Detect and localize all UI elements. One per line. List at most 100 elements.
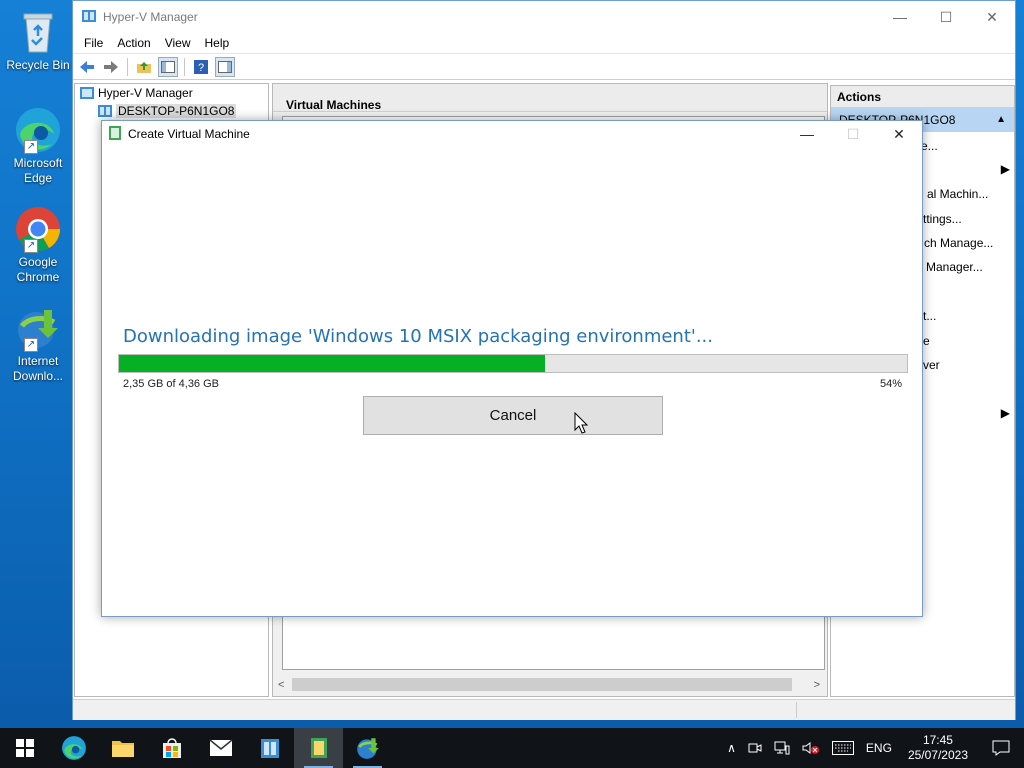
dialog-close-button[interactable]: ✕ [876, 121, 922, 147]
menu-help[interactable]: Help [198, 36, 237, 50]
internet-download-manager-icon [356, 738, 379, 759]
collapse-up-icon[interactable]: ▲ [996, 114, 1006, 125]
show-hide-console-tree-icon[interactable] [158, 56, 178, 77]
taskbar-hyper-v-manager[interactable] [245, 728, 294, 768]
hyper-v-icon [81, 8, 97, 27]
system-tray: ∧ ENG 17:45 25/07/2023 [721, 728, 1024, 768]
scrollbar-thumb[interactable] [292, 678, 792, 691]
desktop-icon-recycle-bin[interactable]: Recycle Bin [4, 8, 72, 73]
taskbar-create-vm[interactable] [294, 728, 343, 768]
mail-icon [209, 739, 232, 756]
clock-date: 25/07/2023 [907, 748, 968, 762]
forward-icon[interactable] [101, 57, 121, 77]
actions-header: Actions [831, 86, 1014, 108]
toolbar-divider [127, 57, 128, 76]
taskbar-store[interactable] [147, 728, 196, 768]
volume-muted-icon[interactable] [796, 741, 826, 755]
scroll-left-icon[interactable]: < [278, 679, 284, 691]
status-divider [796, 702, 797, 718]
edge-icon: ↗ [14, 106, 62, 154]
up-folder-icon[interactable] [134, 57, 154, 77]
dialog-title: Create Virtual Machine [128, 127, 250, 141]
status-bar [73, 699, 1015, 720]
recycle-bin-icon [14, 8, 62, 56]
action-item[interactable]: ver [923, 358, 940, 372]
meet-now-icon[interactable] [742, 741, 768, 755]
start-button[interactable] [0, 728, 49, 768]
desktop-icon-label: Google Chrome [16, 255, 60, 284]
shortcut-arrow-icon: ↗ [24, 338, 38, 352]
dialog-maximize-button: ☐ [846, 125, 860, 142]
help-icon[interactable]: ? [191, 57, 211, 77]
tree-item-host[interactable]: DESKTOP-P6N1GO8 [75, 102, 268, 120]
progress-fill [119, 355, 545, 372]
toolbar-divider [184, 57, 185, 76]
hyper-v-icon [260, 739, 279, 758]
submenu-arrow-icon[interactable]: ▶ [1001, 162, 1010, 176]
internet-download-manager-icon: ↗ [14, 304, 62, 352]
desktop-icon-label: Microsoft Edge [13, 156, 63, 185]
close-button[interactable]: ✕ [969, 1, 1015, 33]
dialog-minimize-button[interactable]: — [784, 121, 830, 147]
folder-icon [111, 741, 134, 757]
taskbar-mail[interactable] [196, 728, 245, 768]
clock-time: 17:45 [922, 733, 953, 747]
desktop-icon-label: Internet Downlo... [12, 354, 64, 383]
create-vm-dialog: Create Virtual Machine — ☐ ✕ Downloading… [101, 120, 923, 617]
notifications-icon[interactable] [978, 740, 1024, 756]
taskbar-internet-download-manager[interactable] [343, 728, 392, 768]
taskbar-edge[interactable] [49, 728, 98, 768]
network-icon[interactable] [768, 741, 796, 755]
menu-file[interactable]: File [77, 36, 110, 50]
input-language-indicator[interactable]: ENG [860, 741, 898, 755]
toolbar: ? [73, 53, 1015, 80]
action-item[interactable]: t... [923, 309, 936, 323]
pane-header: Virtual Machines [273, 84, 827, 112]
tree-item-root[interactable]: Hyper-V Manager [75, 84, 268, 102]
tree-label: Hyper-V Manager [98, 86, 193, 100]
mouse-cursor-icon [574, 411, 589, 437]
action-item[interactable]: e... [921, 139, 938, 153]
horizontal-scrollbar[interactable]: < > [274, 676, 826, 693]
action-item[interactable]: e [923, 334, 930, 348]
shortcut-arrow-icon: ↗ [24, 239, 38, 253]
action-item[interactable]: al Machin... [927, 187, 988, 201]
download-progress-bar [118, 354, 908, 373]
window-title: Hyper-V Manager [103, 10, 198, 24]
show-hidden-icons-chevron-icon[interactable]: ∧ [721, 741, 742, 755]
taskbar: ∧ ENG 17:45 25/07/2023 [0, 728, 1024, 768]
server-icon [98, 105, 112, 117]
menu-view[interactable]: View [158, 36, 198, 50]
svg-text:?: ? [198, 62, 204, 74]
desktop-icon-edge[interactable]: ↗ Microsoft Edge [4, 106, 72, 186]
desktop-icon-label: Recycle Bin [6, 58, 70, 72]
submenu-arrow-icon[interactable]: ▶ [1001, 406, 1010, 420]
taskbar-file-explorer[interactable] [98, 728, 147, 768]
desktop-icon-internet-download-manager[interactable]: ↗ Internet Downlo... [4, 304, 72, 384]
desktop-icon-chrome[interactable]: ↗ Google Chrome [4, 205, 72, 285]
hyper-v-icon [80, 87, 94, 99]
download-percent-text: 54% [879, 378, 902, 390]
minimize-button[interactable]: — [877, 1, 923, 33]
menu-bar: File Action View Help [73, 33, 1015, 53]
action-item[interactable]: ch Manage... [924, 236, 993, 250]
scroll-right-icon[interactable]: > [814, 679, 820, 691]
maximize-button[interactable]: ☐ [923, 1, 969, 33]
clock[interactable]: 17:45 25/07/2023 [898, 733, 978, 763]
window-titlebar[interactable]: Hyper-V Manager — ☐ ✕ [73, 1, 1015, 33]
windows-logo-icon [15, 739, 34, 757]
action-item[interactable]: ttings... [923, 212, 962, 226]
download-message: Downloading image 'Windows 10 MSIX packa… [123, 326, 714, 347]
create-vm-icon [310, 738, 327, 758]
back-icon[interactable] [77, 57, 97, 77]
tree-label: DESKTOP-P6N1GO8 [116, 104, 237, 118]
store-icon [162, 738, 181, 758]
show-hide-action-pane-icon[interactable] [215, 56, 235, 77]
touch-keyboard-icon[interactable] [826, 741, 860, 755]
dialog-titlebar[interactable]: Create Virtual Machine — ☐ ✕ [102, 121, 922, 147]
action-item[interactable]: Manager... [926, 260, 983, 274]
create-vm-icon [108, 125, 122, 144]
cancel-button[interactable]: Cancel [363, 396, 663, 435]
menu-action[interactable]: Action [110, 36, 157, 50]
edge-icon [61, 736, 86, 760]
